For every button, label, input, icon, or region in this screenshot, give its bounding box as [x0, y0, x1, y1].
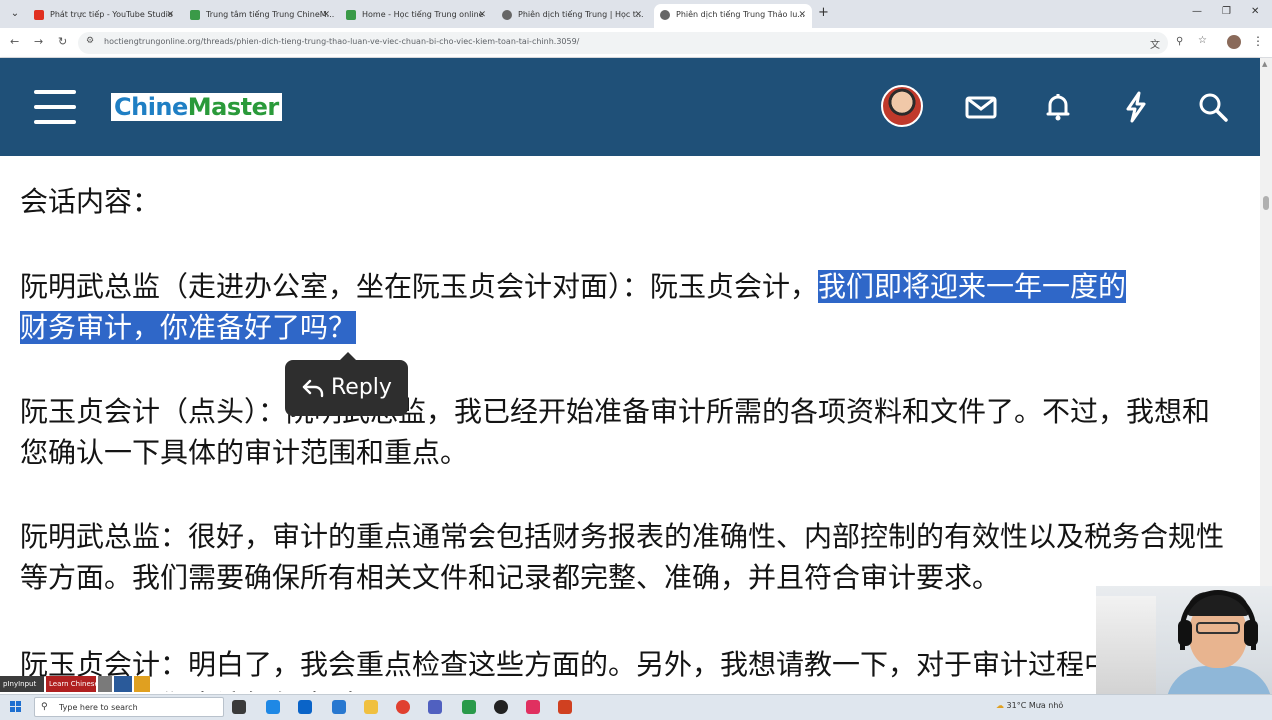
globe-favicon-icon	[502, 10, 512, 20]
browser-tab-youtube-studio[interactable]: Phát trực tiếp - YouTube Studio ✕	[28, 4, 180, 28]
selected-text: 财务审计，你准备好了吗？	[20, 311, 357, 344]
windows-taskbar: ⚲ Type here to search ☁ 31°C Mưa nhỏ	[0, 694, 1272, 720]
tab-close-icon[interactable]: ✕	[322, 4, 330, 26]
taskbar-app-icon[interactable]	[428, 700, 442, 714]
weather-text: 31°C Mưa nhỏ	[1006, 701, 1064, 710]
pinned-app-learn-chinese[interactable]: Learn Chinese	[46, 676, 99, 692]
url-field[interactable]: ⚙ hoctiengtrungonline.org/threads/phien-…	[78, 32, 1168, 54]
conversation-heading: 会话内容：	[20, 185, 161, 218]
scrollbar-thumb[interactable]	[1263, 196, 1269, 210]
taskbar-app-icon[interactable]	[462, 700, 476, 714]
avatar[interactable]	[881, 85, 923, 127]
mail-app-icon[interactable]	[298, 700, 312, 714]
reply-label: Reply	[331, 375, 392, 400]
dialogue-line-3: 阮明武总监：很好，审计的重点通常会包括财务报表的准确性、内部控制的有效性以及税务…	[20, 520, 1225, 594]
mail-icon[interactable]	[964, 90, 998, 124]
tab-title: Trung tâm tiếng Trung ChineM...	[206, 10, 335, 19]
pinned-app-icon[interactable]	[134, 676, 150, 692]
address-bar: ← → ↻ ⚙ hoctiengtrungonline.org/threads/…	[0, 28, 1272, 58]
tab-title: Phát trực tiếp - YouTube Studio	[50, 10, 173, 19]
browser-tab-home[interactable]: Home - Học tiếng Trung online ✕	[340, 4, 492, 28]
tab-close-icon[interactable]: ✕	[478, 4, 486, 26]
site-info-icon[interactable]: ⚙	[86, 36, 94, 46]
reply-quote-button[interactable]: Reply	[285, 352, 408, 416]
search-icon[interactable]	[1196, 90, 1230, 124]
browser-menu-icon[interactable]: ⋮	[1252, 34, 1264, 48]
chrome-icon[interactable]	[396, 700, 410, 714]
logo-text-chine: Chine	[114, 93, 188, 121]
weather-widget[interactable]: ☁ 31°C Mưa nhỏ	[996, 701, 1063, 710]
obs-icon[interactable]	[494, 700, 508, 714]
dialogue-line-2: 阮玉贞会计（点头）：阮明武总监，我已经开始准备审计所需的各项资料和文件了。不过，…	[20, 395, 1211, 469]
pinned-app-icon[interactable]	[114, 676, 132, 692]
bell-icon[interactable]	[1041, 90, 1075, 124]
bookmark-star-icon[interactable]: ☆	[1198, 35, 1207, 46]
globe-favicon-icon	[660, 10, 670, 20]
task-view-icon[interactable]	[232, 700, 246, 714]
taskbar-app-icon[interactable]	[266, 700, 280, 714]
youtube-favicon-icon	[34, 10, 44, 20]
taskbar-app-icon[interactable]	[332, 700, 346, 714]
scroll-up-icon[interactable]: ▲	[1262, 60, 1267, 68]
zoom-icon[interactable]: ⚲	[1176, 36, 1183, 47]
close-window-icon[interactable]: ✕	[1251, 6, 1259, 17]
tab-title: Home - Học tiếng Trung online	[362, 10, 484, 19]
site-logo[interactable]: ChineMaster	[111, 93, 282, 121]
file-explorer-icon[interactable]	[364, 700, 378, 714]
selected-text: 我们即将迎来一年一度的	[818, 270, 1127, 303]
restore-icon[interactable]: ❐	[1222, 6, 1231, 17]
reply-icon	[302, 379, 324, 398]
browser-tab-chinemaster[interactable]: Trung tâm tiếng Trung ChineM... ✕	[184, 4, 336, 28]
taskbar-search-box[interactable]: ⚲ Type here to search	[34, 697, 224, 717]
dialogue-line-4: 阮玉贞会计：明白了，我会重点检查这些方面的。另外，我想请教一下，对于审计过程中可…	[20, 648, 1224, 692]
logo-text-master: Master	[187, 93, 279, 121]
tiktok-icon[interactable]	[526, 700, 540, 714]
pinned-app-pinyinput[interactable]: pInyInput	[0, 676, 44, 692]
browser-tab-active[interactable]: Phiên dịch tiếng Trung Thảo lu... ✕	[654, 4, 812, 28]
bolt-icon[interactable]	[1119, 90, 1153, 124]
site-favicon-icon	[190, 10, 200, 20]
browser-tab-phien-dich[interactable]: Phiên dịch tiếng Trung | Học t... ✕	[496, 4, 648, 28]
taskbar-search-placeholder: Type here to search	[59, 703, 138, 712]
translate-icon[interactable]: 文	[1150, 36, 1160, 51]
back-icon[interactable]: ←	[10, 35, 19, 48]
dialogue-text: 阮明武总监（走进办公室，坐在阮玉贞会计对面）：阮玉贞会计，	[20, 270, 819, 303]
browser-profile-avatar[interactable]	[1227, 35, 1241, 49]
dialogue-line-1: 阮明武总监（走进办公室，坐在阮玉贞会计对面）：阮玉贞会计，我们即将迎来一年一度的…	[20, 266, 1235, 348]
forward-icon[interactable]: →	[34, 35, 43, 48]
tab-title: Phiên dịch tiếng Trung | Học t...	[518, 10, 644, 19]
new-tab-icon[interactable]: +	[818, 5, 829, 20]
tab-close-icon[interactable]: ✕	[634, 4, 642, 26]
windows-start-icon[interactable]	[10, 701, 22, 713]
tab-search-chevron-icon[interactable]: ⌄	[6, 5, 24, 23]
menu-icon[interactable]	[34, 88, 76, 126]
browser-tab-strip: ⌄ Phát trực tiếp - YouTube Studio ✕ Trun…	[0, 0, 1272, 28]
pinned-app-icon[interactable]	[98, 676, 112, 692]
search-icon: ⚲	[41, 702, 48, 712]
weather-icon: ☁	[996, 701, 1004, 710]
article-body: 会话内容： 阮明武总监（走进办公室，坐在阮玉贞会计对面）：阮玉贞会计，我们即将迎…	[0, 156, 1260, 692]
tab-title: Phiên dịch tiếng Trung Thảo lu...	[676, 10, 805, 19]
tab-close-icon[interactable]: ✕	[166, 4, 174, 26]
minimize-icon[interactable]: —	[1192, 6, 1202, 17]
site-header: ChineMaster	[0, 58, 1260, 156]
reload-icon[interactable]: ↻	[58, 35, 67, 48]
taskbar-app-icon[interactable]	[558, 700, 572, 714]
url-text: hoctiengtrungonline.org/threads/phien-di…	[104, 37, 580, 46]
tab-close-icon[interactable]: ✕	[798, 4, 806, 26]
site-favicon-icon	[346, 10, 356, 20]
